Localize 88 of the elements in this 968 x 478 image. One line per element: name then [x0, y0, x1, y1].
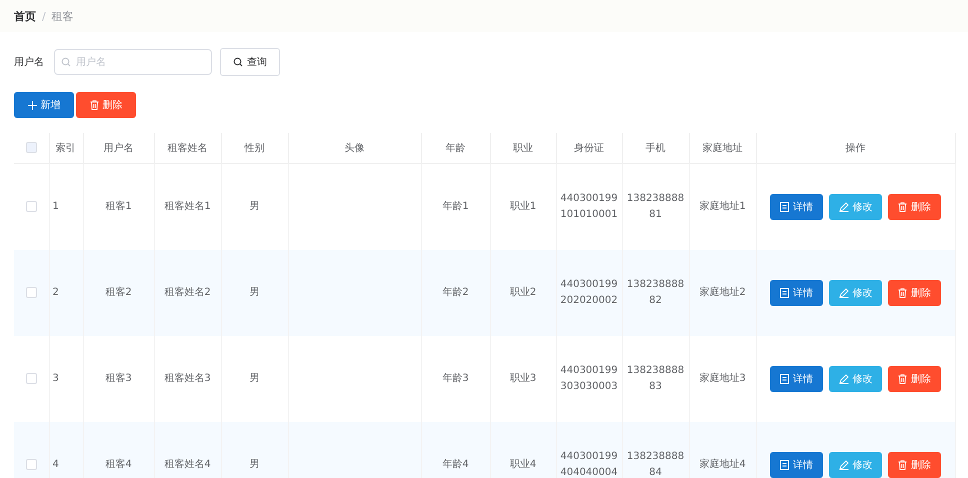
- edit-button[interactable]: 修改: [829, 366, 882, 392]
- table-cell: 职业3: [510, 373, 536, 384]
- table-cell: 租客2: [105, 287, 132, 298]
- table-cell: 3: [52, 373, 59, 384]
- table-cell: 年龄4: [442, 459, 469, 470]
- row-checkbox[interactable]: [26, 372, 37, 384]
- table-cell: 440300199303030003: [560, 365, 618, 392]
- table-cell: 家庭地址1: [699, 201, 746, 212]
- select-all-checkbox[interactable]: [26, 142, 37, 154]
- table-cell: 男: [250, 287, 260, 298]
- field-label: 用户名: [14, 56, 45, 69]
- column-header: 租客姓名: [168, 143, 208, 154]
- search-icon: [61, 57, 71, 67]
- details-button[interactable]: 详情: [770, 452, 823, 478]
- edit-button[interactable]: 修改: [829, 280, 882, 306]
- plus-icon: [28, 100, 36, 110]
- table-cell: 职业2: [510, 287, 536, 298]
- table-cell: 租客姓名2: [164, 287, 211, 298]
- table-cell: 男: [250, 373, 260, 384]
- breadcrumb-item[interactable]: 首页: [14, 8, 36, 24]
- column-header: 操作: [846, 143, 866, 154]
- delete-button[interactable]: 删除: [888, 194, 941, 220]
- table-cell: 家庭地址4: [699, 459, 746, 470]
- table-cell: 租客4: [105, 459, 132, 470]
- column-header: 头像: [344, 143, 364, 154]
- table-cell: 家庭地址2: [699, 287, 746, 298]
- delete-button[interactable]: 删除: [888, 452, 941, 478]
- table-cell: 年龄1: [442, 201, 469, 212]
- table-cell: 租客姓名3: [164, 373, 211, 384]
- table-cell: 男: [250, 201, 260, 212]
- table-cell: 440300199202020002: [560, 279, 618, 306]
- document-icon: [780, 460, 789, 470]
- table-cell: 4: [52, 459, 59, 470]
- breadcrumb-item[interactable]: 租客: [52, 8, 74, 24]
- column-header: 年龄: [446, 143, 466, 154]
- delete-button[interactable]: 删除: [888, 366, 941, 392]
- edit-button[interactable]: 修改: [829, 194, 882, 220]
- table-cell: 13823888883: [626, 365, 684, 392]
- row-checkbox[interactable]: [26, 286, 37, 298]
- table-cell: 租客姓名1: [164, 201, 211, 212]
- pencil-icon: [838, 202, 848, 212]
- details-button[interactable]: 详情: [770, 280, 823, 306]
- breadcrumb-separator: /: [42, 10, 46, 22]
- pencil-icon: [838, 460, 848, 470]
- column-header: 手机: [646, 143, 666, 154]
- table-cell: 租客3: [105, 373, 132, 384]
- trash-icon: [898, 288, 907, 298]
- table-cell: 职业4: [510, 459, 536, 470]
- delete-button[interactable]: 删除: [888, 280, 941, 306]
- username-field[interactable]: 用户名: [54, 49, 212, 75]
- row-checkbox[interactable]: [26, 458, 37, 470]
- table-cell: 440300199101010001: [560, 193, 618, 220]
- trash-icon: [898, 374, 907, 384]
- table-cell: 13823888884: [626, 451, 684, 478]
- details-button[interactable]: 详情: [770, 366, 823, 392]
- table-cell: 440300199404040004: [560, 451, 618, 478]
- table-cell: 租客姓名4: [164, 459, 211, 470]
- table-cell: 2: [52, 287, 59, 298]
- table-cell: 家庭地址3: [699, 373, 746, 384]
- document-icon: [780, 374, 789, 384]
- document-icon: [780, 288, 789, 298]
- table-cell: 职业1: [510, 201, 536, 212]
- column-header: 身份证: [574, 143, 604, 154]
- edit-button[interactable]: 修改: [829, 452, 882, 478]
- pencil-icon: [838, 374, 848, 384]
- search-button[interactable]: 查询: [220, 48, 280, 76]
- search-icon: [233, 57, 243, 67]
- table-cell: 年龄2: [442, 287, 469, 298]
- row-checkbox[interactable]: [26, 200, 37, 212]
- details-button[interactable]: 详情: [770, 194, 823, 220]
- add-button[interactable]: 新增: [14, 92, 74, 118]
- table-cell: 13823888881: [626, 193, 684, 220]
- table-cell: 男: [250, 459, 260, 470]
- column-header: 家庭地址: [702, 143, 742, 154]
- column-header: 性别: [244, 143, 264, 154]
- table-cell: 租客1: [105, 201, 132, 212]
- table-cell: 年龄3: [442, 373, 469, 384]
- column-header: 用户名: [104, 143, 134, 154]
- column-header: 索引: [56, 143, 76, 154]
- table-cell: 13823888882: [626, 279, 684, 306]
- column-header: 职业: [513, 143, 533, 154]
- pencil-icon: [838, 288, 848, 298]
- trash-icon: [90, 100, 98, 110]
- trash-icon: [898, 202, 907, 212]
- trash-icon: [898, 460, 907, 470]
- table-cell: 1: [52, 201, 59, 212]
- delete-button[interactable]: 删除: [76, 92, 136, 118]
- document-icon: [780, 202, 789, 212]
